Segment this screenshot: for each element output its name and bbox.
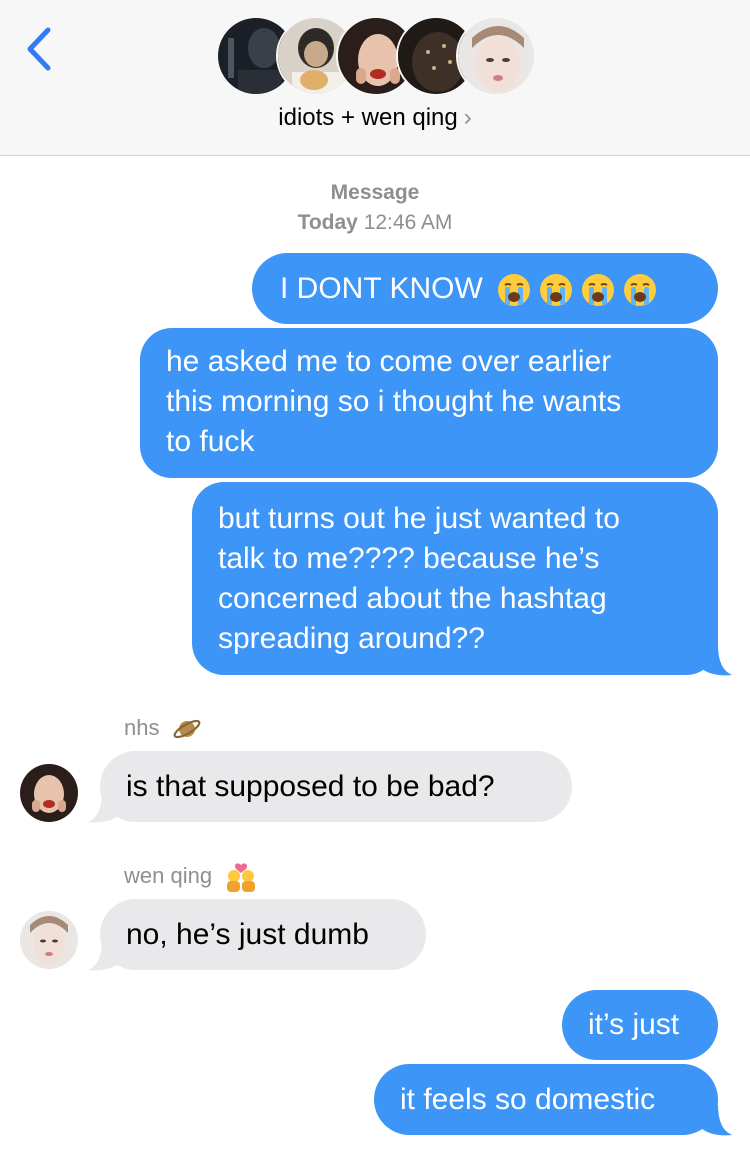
message-bubble-outgoing[interactable]: it feels so domestic [374,1064,718,1135]
message-text-line: talk to me???? because he’s [218,542,600,575]
message-text-line: he asked me to come over earlier [166,345,612,378]
message-text: I DONT KNOW [280,272,483,305]
message-bubble-incoming[interactable]: no, he’s just dumb [100,899,426,970]
sender-name: wen qing [124,862,258,892]
crying-emoji-icon [497,274,530,307]
group-title[interactable]: idiots + wen qing › [0,104,750,132]
crying-emoji-icon [539,274,572,307]
ringed-planet-icon [173,719,201,739]
avatar [456,16,536,96]
message-text-line: but turns out he just wanted to [218,502,620,535]
crying-emoji-icon [623,274,656,307]
message-text-line: concerned about the hashtag [218,582,607,615]
kiss-couple-icon [227,863,256,892]
sender-name-text: wen qing [124,862,213,888]
message-text-line: this morning so i thought he wants [166,385,622,418]
time-label: 12:46 AM [363,211,453,234]
message-bubble-outgoing[interactable]: it’s just [562,990,718,1060]
message-text: no, he’s just dumb [126,918,369,951]
group-avatars[interactable] [216,16,536,100]
message-bubble-outgoing[interactable]: I DONT KNOW [252,253,718,324]
avatar[interactable] [20,911,78,969]
message-text: it feels so domestic [400,1083,656,1116]
group-title-text: idiots + wen qing [278,104,458,131]
message-bubble-incoming[interactable]: is that supposed to be bad? [100,751,572,822]
chevron-right-icon: › [463,104,472,131]
day-label: Today [297,211,358,234]
sender-name-text: nhs [124,714,160,740]
bubble-tail [700,1105,732,1136]
crying-emoji-group [489,272,657,307]
message-text: it’s just [588,1008,680,1041]
bubble-tail [700,645,732,676]
timestamp: Message Today 12:46 AM [0,178,750,238]
message-bubble-outgoing[interactable]: but turns out he just wanted to talk to … [192,482,718,675]
avatar[interactable] [20,764,78,822]
message-bubble-outgoing[interactable]: he asked me to come over earlier this mo… [140,328,718,478]
bubble-tail [88,940,120,971]
message-text: is that supposed to be bad? [126,770,495,803]
chevron-left-icon[interactable] [22,26,56,72]
message-text-line: spreading around?? [218,622,485,655]
sender-name: nhs [124,714,202,744]
bubble-tail [88,792,120,823]
crying-emoji-icon [581,274,614,307]
service-label: Message [330,181,420,204]
conversation-header: idiots + wen qing › [0,0,750,156]
message-text-line: to fuck [166,425,255,458]
